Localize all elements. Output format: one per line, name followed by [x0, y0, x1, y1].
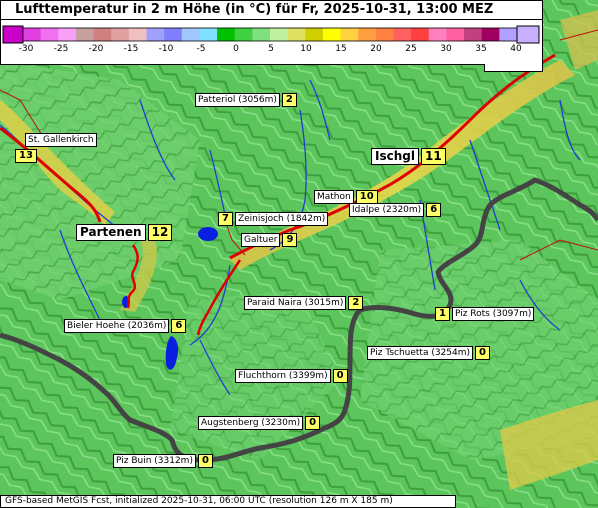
temperature-value: 1 — [435, 307, 450, 321]
legend-swatch — [75, 28, 95, 41]
legend-swatch — [428, 28, 447, 41]
location-paraid-naira[interactable]: Paraid Naira (3015m) 2 — [244, 296, 364, 310]
temperature-value: 0 — [197, 454, 213, 468]
legend-tick-label: -20 — [88, 44, 104, 54]
legend-tick-label: 40 — [510, 44, 522, 54]
location-name: Galtuer — [241, 233, 281, 247]
legend-swatch — [322, 28, 342, 41]
legend-swatch — [146, 28, 165, 41]
location-name: Piz Buin (3312m) — [113, 454, 196, 468]
legend-swatch — [234, 28, 253, 41]
location-mathon[interactable]: Mathon 10 — [314, 190, 378, 204]
legend-swatch — [2, 25, 24, 44]
location-augstenberg[interactable]: Augstenberg (3230m) 0 — [198, 416, 321, 430]
legend-swatch — [23, 28, 42, 41]
temperature-value: 6 — [426, 203, 442, 217]
location-name: Bieler Hoehe (2036m) — [64, 319, 170, 333]
temperature-value: 0 — [332, 369, 348, 383]
legend-swatch — [481, 28, 500, 41]
legend-tick-label: 15 — [335, 44, 347, 54]
legend-tick-label: -25 — [53, 44, 69, 54]
location-st-gallenkirch[interactable]: St. Gallenkirch 13 — [15, 133, 97, 163]
location-name: Ischgl — [371, 148, 419, 165]
forecast-footer: GFS-based MetGIS Fcst, initialized 2025-… — [0, 495, 456, 508]
legend-swatch — [393, 28, 412, 41]
temperature-value: 10 — [355, 190, 378, 204]
map-title-bar: Lufttemperatur in 2 m Höhe (in °C) für F… — [0, 0, 543, 20]
legend-swatch — [40, 28, 59, 41]
map-title: Lufttemperatur in 2 m Höhe (in °C) für F… — [15, 2, 494, 17]
legend-tick-label: 30 — [440, 44, 452, 54]
legend-swatch — [358, 28, 377, 41]
location-name: Partenen — [76, 224, 146, 241]
legend-color-scale — [2, 25, 540, 44]
location-name: Augstenberg (3230m) — [198, 416, 304, 430]
location-name: St. Gallenkirch — [25, 133, 97, 147]
legend-tick-label: 5 — [268, 44, 274, 54]
legend-swatch — [252, 28, 271, 41]
legend-swatch — [499, 28, 518, 41]
temperature-value: 7 — [218, 212, 233, 226]
legend-swatch — [411, 28, 430, 41]
legend-tick-label: 10 — [300, 44, 312, 54]
map-stage: Lufttemperatur in 2 m Höhe (in °C) für F… — [0, 0, 598, 508]
legend-corner — [484, 64, 543, 72]
legend-tick-label: 20 — [370, 44, 382, 54]
location-name: Idalpe (2320m) — [349, 203, 425, 217]
temperature-value: 0 — [475, 346, 491, 360]
location-zeinisjoch[interactable]: 7 Zeinisjoch (1842m) — [218, 212, 329, 226]
temperature-value: 13 — [15, 149, 37, 163]
location-name: Fluchthorn (3399m) — [235, 369, 331, 383]
legend-swatch — [464, 28, 483, 41]
location-name: Patteriol (3056m) — [195, 93, 280, 107]
legend-swatch — [375, 28, 394, 41]
kops-lake — [198, 227, 218, 241]
legend-swatch — [446, 28, 465, 41]
legend-swatch — [181, 28, 200, 41]
location-piz-rots[interactable]: 1 Piz Rots (3097m) — [435, 307, 535, 321]
location-ischgl[interactable]: Ischgl 11 — [371, 148, 446, 165]
legend-tick-label: -10 — [158, 44, 174, 54]
legend-tick-label: -30 — [18, 44, 34, 54]
legend-swatch — [340, 28, 359, 41]
temperature-value: 11 — [420, 148, 446, 165]
location-piz-buin[interactable]: Piz Buin (3312m) 0 — [113, 454, 213, 468]
location-fluchthorn[interactable]: Fluchthorn (3399m) 0 — [235, 369, 348, 383]
legend-swatch — [199, 28, 218, 41]
legend-tick-label: 35 — [475, 44, 487, 54]
location-bieler-hoehe[interactable]: Bieler Hoehe (2036m) 6 — [64, 319, 187, 333]
location-partenen[interactable]: Partenen 12 — [76, 224, 173, 241]
legend-swatch — [516, 25, 540, 44]
temperature-value: 9 — [282, 233, 298, 247]
legend-tick-label: -5 — [196, 44, 206, 54]
legend-swatch — [58, 28, 77, 41]
location-name: Piz Rots (3097m) — [451, 307, 535, 321]
location-name: Piz Tschuetta (3254m) — [367, 346, 474, 360]
legend-swatch — [111, 28, 130, 41]
location-name: Zeinisjoch (1842m) — [234, 212, 329, 226]
legend-swatch — [287, 28, 306, 41]
location-piz-tschuetta[interactable]: Piz Tschuetta (3254m) 0 — [367, 346, 491, 360]
legend-swatch — [305, 28, 324, 41]
legend-swatch — [164, 28, 183, 41]
legend-swatch — [270, 28, 289, 41]
location-patteriol[interactable]: Patteriol (3056m) 2 — [195, 93, 297, 107]
temperature-value: 2 — [348, 296, 364, 310]
temperature-value: 6 — [171, 319, 187, 333]
legend-swatch — [128, 28, 147, 41]
temperature-value: 0 — [305, 416, 321, 430]
legend-tick-label: 0 — [233, 44, 239, 54]
legend-swatch — [93, 28, 112, 41]
location-name: Mathon — [314, 190, 354, 204]
location-idalpe[interactable]: Idalpe (2320m) 6 — [349, 203, 442, 217]
temperature-value: 2 — [281, 93, 297, 107]
legend-tick-label: -15 — [123, 44, 139, 54]
terrain-map — [0, 0, 598, 508]
temperature-value: 12 — [147, 224, 173, 241]
temperature-legend: -30 -25 -20 -15 -10 -5 0 5 10 15 20 25 30 35 40 — [0, 20, 543, 65]
legend-tick-label: 25 — [405, 44, 417, 54]
legend-swatch — [217, 28, 236, 41]
location-name: Paraid Naira (3015m) — [244, 296, 347, 310]
location-galtuer[interactable]: Galtuer 9 — [241, 233, 298, 247]
